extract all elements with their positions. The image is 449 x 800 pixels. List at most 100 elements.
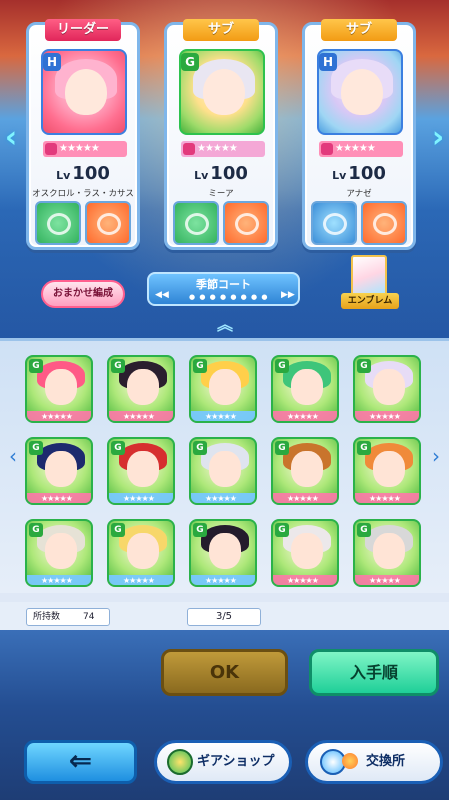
court-prev-icon[interactable]: ◀◀ [155,290,169,300]
stars-text: ★★★★★ [197,143,238,154]
face-art [45,451,77,487]
shoes-icon [235,213,259,235]
rarity-stars: ★★★★★ [109,493,173,503]
level-display: Lv 100 [167,163,275,184]
character-slot[interactable]: G ★★★★★ [271,437,339,505]
party-cards: リーダー H ★★★★★ Lv 100 オスクロル・ラス・カサス サブ G ★★★… [26,19,424,252]
face-art [127,533,159,569]
level-prefix: Lv [332,169,347,182]
gear-slot-racket[interactable] [35,201,81,245]
type-badge: G [193,441,207,455]
party-next-arrow[interactable]: › [429,120,447,156]
racket-icon [167,749,193,775]
shoes-icon [373,213,397,235]
gear-slot-shoes[interactable] [361,201,407,245]
leader-card[interactable]: リーダー H ★★★★★ Lv 100 オスクロル・ラス・カサス [26,19,140,250]
face-art [209,533,241,569]
court-next-icon[interactable]: ▶▶ [281,290,295,300]
court-selector[interactable]: 季節コート ◀◀ ● ● ● ● ● ● ● ● ▶▶ [147,272,300,306]
type-badge: H [43,53,61,71]
type-badge: G [357,359,371,373]
character-slot[interactable]: G ★★★★★ [107,437,175,505]
level-prefix: Lv [56,169,71,182]
type-badge: G [275,523,289,537]
auto-formation-button[interactable]: おまかせ編成 [41,280,125,308]
rarity-stars: ★★★★★ [109,575,173,585]
court-page-dots: ● ● ● ● ● ● ● ● [189,293,269,301]
stars-text: ★★★★★ [335,143,376,154]
type-badge: G [193,523,207,537]
character-slot[interactable]: G ★★★★★ [271,519,339,587]
face-art [45,369,77,405]
type-badge: G [181,53,199,71]
character-slot[interactable]: G ★★★★★ [189,519,257,587]
level-value: 100 [210,163,248,184]
party-prev-arrow[interactable]: ‹ [2,120,20,156]
character-slot[interactable]: G ★★★★★ [189,355,257,423]
roster-next-arrow[interactable]: › [429,441,443,471]
owned-value: 74 [83,612,95,622]
gear-slot-shoes[interactable] [223,201,269,245]
sub-card-2[interactable]: サブ H ★★★★★ Lv 100 アナゼ [302,19,416,250]
character-name: オスクロル・ラス・カサス [32,189,134,199]
face-art [373,533,405,569]
rarity-stars: ★★★★★ [109,411,173,421]
collapse-icon[interactable]: ︽ [212,315,238,335]
character-name: アナゼ [346,189,372,199]
court-label: 季節コート [196,278,251,291]
type-badge: G [357,523,371,537]
character-slot[interactable]: G ★★★★★ [353,437,421,505]
roster-prev-arrow[interactable]: ‹ [6,441,20,471]
page-indicator: 3/5 [187,608,261,626]
character-name: ミーア [208,189,234,199]
emblem-card[interactable] [351,255,387,297]
attribute-icon [183,143,195,155]
type-badge: G [111,523,125,537]
face-art [65,69,107,115]
character-slot[interactable]: G ★★★★★ [25,355,93,423]
face-art [291,533,323,569]
gear-shop-button[interactable]: ギアショップ [154,740,292,784]
gear-slot-shoes[interactable] [85,201,131,245]
gear-slots [311,201,407,245]
face-art [203,69,245,115]
rarity-stars: ★★★★★ [273,575,337,585]
exchange-button[interactable]: 交換所 [305,740,443,784]
attribute-icon [45,143,57,155]
gear-slot-racket[interactable] [311,201,357,245]
emblem-label[interactable]: エンブレム [341,293,399,309]
sub-card-1[interactable]: サブ G ★★★★★ Lv 100 ミーア [164,19,278,250]
character-slot[interactable]: G ★★★★★ [107,519,175,587]
rarity-stars: ★★★★★ [27,575,91,585]
type-badge: G [193,359,207,373]
character-slot[interactable]: G ★★★★★ [107,355,175,423]
character-slot[interactable]: G ★★★★★ [353,519,421,587]
shoes-icon [97,213,121,235]
racket-icon [185,213,209,235]
character-slot[interactable]: G ★★★★★ [25,519,93,587]
gear-shop-label: ギアショップ [197,754,275,769]
character-roster: ‹ › G ★★★★★ G ★★★★★ G ★★★★★ G ★★★★★ G ★★★★★ G… [0,338,449,593]
rarity-stars: ★★★★★ [27,411,91,421]
character-slot[interactable]: G ★★★★★ [271,355,339,423]
face-art [127,451,159,487]
character-slot[interactable]: G ★★★★★ [189,437,257,505]
type-badge: G [275,441,289,455]
level-value: 100 [72,163,110,184]
character-slot[interactable]: G ★★★★★ [25,437,93,505]
gear-slot-racket[interactable] [173,201,219,245]
face-art [291,451,323,487]
level-display: Lv 100 [305,163,413,184]
rarity-stars: ★★★★★ [273,411,337,421]
level-prefix: Lv [194,169,209,182]
rarity-stars: ★★★★★ [27,493,91,503]
type-badge: G [357,441,371,455]
role-label: サブ [321,19,397,41]
back-button[interactable]: ⇐ [24,740,137,784]
character-slot[interactable]: G ★★★★★ [353,355,421,423]
ok-button[interactable]: OK [161,649,288,696]
roster-grid: G ★★★★★ G ★★★★★ G ★★★★★ G ★★★★★ G ★★★★★ G ★★★★… [25,355,425,595]
coin-icon [342,753,358,769]
gear-slots [173,201,269,245]
sort-order-button[interactable]: 入手順 [309,649,439,696]
